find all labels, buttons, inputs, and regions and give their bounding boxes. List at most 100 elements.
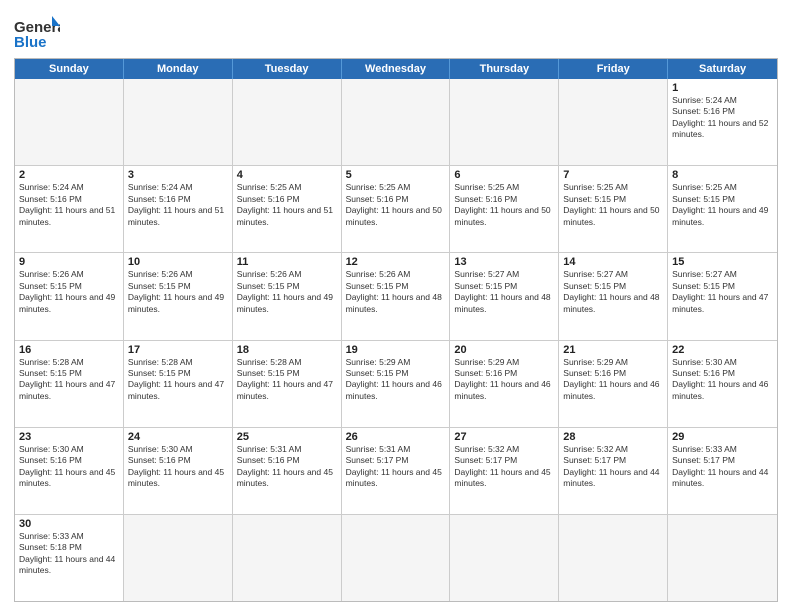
calendar-row-5: 30Sunrise: 5:33 AMSunset: 5:18 PMDayligh… (15, 514, 777, 601)
day-number: 9 (19, 256, 119, 268)
day-number: 10 (128, 256, 228, 268)
day-number: 13 (454, 256, 554, 268)
day-info: Sunrise: 5:30 AMSunset: 5:16 PMDaylight:… (19, 444, 119, 490)
day-number: 24 (128, 431, 228, 443)
day-number: 18 (237, 344, 337, 356)
day-number: 30 (19, 518, 119, 530)
calendar-cell-0-5 (559, 79, 668, 165)
calendar-cell-5-5 (559, 515, 668, 601)
day-number: 8 (672, 169, 773, 181)
day-info: Sunrise: 5:25 AMSunset: 5:15 PMDaylight:… (672, 182, 773, 228)
calendar-cell-4-2: 25Sunrise: 5:31 AMSunset: 5:16 PMDayligh… (233, 428, 342, 514)
day-number: 3 (128, 169, 228, 181)
day-number: 12 (346, 256, 446, 268)
day-number: 15 (672, 256, 773, 268)
day-info: Sunrise: 5:27 AMSunset: 5:15 PMDaylight:… (563, 269, 663, 315)
calendar-cell-3-6: 22Sunrise: 5:30 AMSunset: 5:16 PMDayligh… (668, 341, 777, 427)
day-info: Sunrise: 5:31 AMSunset: 5:16 PMDaylight:… (237, 444, 337, 490)
calendar-cell-5-2 (233, 515, 342, 601)
day-info: Sunrise: 5:27 AMSunset: 5:15 PMDaylight:… (672, 269, 773, 315)
day-number: 7 (563, 169, 663, 181)
calendar-cell-2-0: 9Sunrise: 5:26 AMSunset: 5:15 PMDaylight… (15, 253, 124, 339)
day-info: Sunrise: 5:30 AMSunset: 5:16 PMDaylight:… (128, 444, 228, 490)
day-info: Sunrise: 5:24 AMSunset: 5:16 PMDaylight:… (672, 95, 773, 141)
calendar-cell-0-3 (342, 79, 451, 165)
calendar-cell-1-1: 3Sunrise: 5:24 AMSunset: 5:16 PMDaylight… (124, 166, 233, 252)
day-number: 21 (563, 344, 663, 356)
day-info: Sunrise: 5:26 AMSunset: 5:15 PMDaylight:… (346, 269, 446, 315)
header-monday: Monday (124, 59, 233, 79)
day-number: 6 (454, 169, 554, 181)
day-number: 25 (237, 431, 337, 443)
day-info: Sunrise: 5:24 AMSunset: 5:16 PMDaylight:… (19, 182, 119, 228)
calendar-cell-4-4: 27Sunrise: 5:32 AMSunset: 5:17 PMDayligh… (450, 428, 559, 514)
logo: General Blue (14, 14, 60, 52)
day-number: 1 (672, 82, 773, 94)
day-number: 28 (563, 431, 663, 443)
header-friday: Friday (559, 59, 668, 79)
header-thursday: Thursday (450, 59, 559, 79)
calendar-cell-4-0: 23Sunrise: 5:30 AMSunset: 5:16 PMDayligh… (15, 428, 124, 514)
day-info: Sunrise: 5:33 AMSunset: 5:17 PMDaylight:… (672, 444, 773, 490)
calendar-cell-0-1 (124, 79, 233, 165)
day-info: Sunrise: 5:29 AMSunset: 5:15 PMDaylight:… (346, 357, 446, 403)
calendar-row-4: 23Sunrise: 5:30 AMSunset: 5:16 PMDayligh… (15, 427, 777, 514)
day-number: 4 (237, 169, 337, 181)
logo-icon: General Blue (14, 14, 60, 52)
day-info: Sunrise: 5:24 AMSunset: 5:16 PMDaylight:… (128, 182, 228, 228)
day-number: 20 (454, 344, 554, 356)
calendar-cell-0-0 (15, 79, 124, 165)
calendar-cell-0-4 (450, 79, 559, 165)
day-info: Sunrise: 5:33 AMSunset: 5:18 PMDaylight:… (19, 531, 119, 577)
day-info: Sunrise: 5:26 AMSunset: 5:15 PMDaylight:… (19, 269, 119, 315)
day-info: Sunrise: 5:25 AMSunset: 5:15 PMDaylight:… (563, 182, 663, 228)
calendar-cell-3-2: 18Sunrise: 5:28 AMSunset: 5:15 PMDayligh… (233, 341, 342, 427)
calendar-cell-4-3: 26Sunrise: 5:31 AMSunset: 5:17 PMDayligh… (342, 428, 451, 514)
day-number: 22 (672, 344, 773, 356)
day-number: 23 (19, 431, 119, 443)
day-number: 11 (237, 256, 337, 268)
day-number: 2 (19, 169, 119, 181)
day-info: Sunrise: 5:29 AMSunset: 5:16 PMDaylight:… (563, 357, 663, 403)
calendar-cell-2-6: 15Sunrise: 5:27 AMSunset: 5:15 PMDayligh… (668, 253, 777, 339)
day-info: Sunrise: 5:29 AMSunset: 5:16 PMDaylight:… (454, 357, 554, 403)
calendar-cell-5-1 (124, 515, 233, 601)
day-number: 29 (672, 431, 773, 443)
calendar-row-1: 2Sunrise: 5:24 AMSunset: 5:16 PMDaylight… (15, 165, 777, 252)
day-info: Sunrise: 5:25 AMSunset: 5:16 PMDaylight:… (237, 182, 337, 228)
calendar-cell-4-5: 28Sunrise: 5:32 AMSunset: 5:17 PMDayligh… (559, 428, 668, 514)
day-number: 14 (563, 256, 663, 268)
day-info: Sunrise: 5:26 AMSunset: 5:15 PMDaylight:… (237, 269, 337, 315)
day-number: 19 (346, 344, 446, 356)
calendar: Sunday Monday Tuesday Wednesday Thursday… (14, 58, 778, 602)
calendar-cell-4-1: 24Sunrise: 5:30 AMSunset: 5:16 PMDayligh… (124, 428, 233, 514)
calendar-cell-1-0: 2Sunrise: 5:24 AMSunset: 5:16 PMDaylight… (15, 166, 124, 252)
calendar-row-2: 9Sunrise: 5:26 AMSunset: 5:15 PMDaylight… (15, 252, 777, 339)
calendar-cell-2-2: 11Sunrise: 5:26 AMSunset: 5:15 PMDayligh… (233, 253, 342, 339)
generalblue-logo-icon: General Blue (14, 14, 60, 52)
day-info: Sunrise: 5:32 AMSunset: 5:17 PMDaylight:… (454, 444, 554, 490)
day-info: Sunrise: 5:26 AMSunset: 5:15 PMDaylight:… (128, 269, 228, 315)
day-info: Sunrise: 5:30 AMSunset: 5:16 PMDaylight:… (672, 357, 773, 403)
header: General Blue (14, 10, 778, 52)
day-number: 27 (454, 431, 554, 443)
calendar-cell-3-4: 20Sunrise: 5:29 AMSunset: 5:16 PMDayligh… (450, 341, 559, 427)
calendar-body: 1Sunrise: 5:24 AMSunset: 5:16 PMDaylight… (15, 79, 777, 601)
day-info: Sunrise: 5:27 AMSunset: 5:15 PMDaylight:… (454, 269, 554, 315)
day-number: 26 (346, 431, 446, 443)
calendar-cell-5-6 (668, 515, 777, 601)
calendar-cell-1-6: 8Sunrise: 5:25 AMSunset: 5:15 PMDaylight… (668, 166, 777, 252)
calendar-cell-3-1: 17Sunrise: 5:28 AMSunset: 5:15 PMDayligh… (124, 341, 233, 427)
header-wednesday: Wednesday (342, 59, 451, 79)
day-info: Sunrise: 5:31 AMSunset: 5:17 PMDaylight:… (346, 444, 446, 490)
calendar-cell-1-4: 6Sunrise: 5:25 AMSunset: 5:16 PMDaylight… (450, 166, 559, 252)
calendar-cell-4-6: 29Sunrise: 5:33 AMSunset: 5:17 PMDayligh… (668, 428, 777, 514)
calendar-cell-3-5: 21Sunrise: 5:29 AMSunset: 5:16 PMDayligh… (559, 341, 668, 427)
calendar-cell-2-3: 12Sunrise: 5:26 AMSunset: 5:15 PMDayligh… (342, 253, 451, 339)
calendar-cell-2-5: 14Sunrise: 5:27 AMSunset: 5:15 PMDayligh… (559, 253, 668, 339)
calendar-cell-1-2: 4Sunrise: 5:25 AMSunset: 5:16 PMDaylight… (233, 166, 342, 252)
header-saturday: Saturday (668, 59, 777, 79)
calendar-cell-5-4 (450, 515, 559, 601)
day-info: Sunrise: 5:28 AMSunset: 5:15 PMDaylight:… (128, 357, 228, 403)
calendar-row-0: 1Sunrise: 5:24 AMSunset: 5:16 PMDaylight… (15, 79, 777, 165)
